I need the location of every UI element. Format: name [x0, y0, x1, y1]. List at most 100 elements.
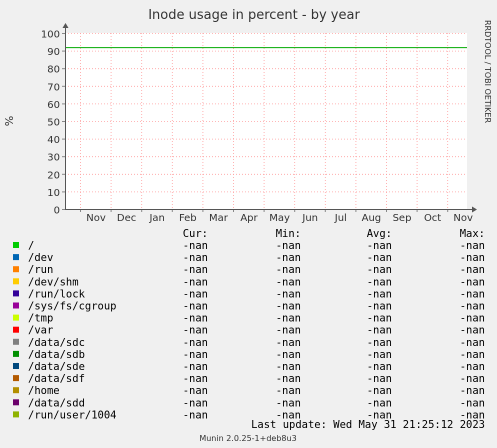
y-tick-label: 100 [41, 30, 60, 41]
legend-value-max: -nan [460, 252, 485, 264]
legend-value-cur: -nan [183, 288, 208, 300]
legend-series-name: /dev/shm [28, 276, 79, 288]
last-update: Last update: Wed May 31 21:25:12 2023 [251, 419, 485, 431]
legend-value-min: -nan [276, 313, 301, 325]
legend-value-min: -nan [276, 264, 301, 276]
legend-value-min: -nan [276, 361, 301, 373]
legend-value-max: -nan [460, 337, 485, 349]
legend-series-name: /dev [28, 252, 53, 264]
legend-swatch [13, 375, 19, 382]
legend-value-max: -nan [460, 397, 485, 409]
legend-series-name: /run [28, 264, 53, 276]
legend-value-avg: -nan [367, 385, 392, 397]
x-tick-label: Apr [240, 213, 258, 224]
legend-swatch [13, 242, 19, 248]
legend-value-max: -nan [460, 361, 485, 373]
legend-value-max: -nan [460, 288, 485, 300]
legend-value-avg: -nan [367, 337, 392, 349]
legend-series-name: /data/sdb [28, 349, 85, 361]
legend-value-max: -nan [460, 373, 485, 385]
legend-value-max: -nan [460, 313, 485, 325]
legend-value-cur: -nan [183, 325, 208, 337]
y-axis-label: % [3, 116, 16, 126]
legend-value-max: -nan [460, 385, 485, 397]
legend-value-max: -nan [460, 349, 485, 361]
legend-value-avg: -nan [367, 252, 392, 264]
x-tick-label: May [269, 213, 290, 224]
y-tick-label: 60 [47, 100, 60, 111]
x-tick-label: Aug [362, 213, 382, 224]
legend-value-cur: -nan [183, 385, 208, 397]
legend-series-name: / [28, 240, 34, 252]
x-tick-label: Mar [209, 213, 229, 224]
x-tick-label: Jun [301, 213, 318, 224]
legend-value-max: -nan [460, 276, 485, 288]
legend-value-cur: -nan [183, 252, 208, 264]
legend-swatch [13, 387, 19, 394]
legend-value-cur: -nan [183, 337, 208, 349]
legend-value-avg: -nan [367, 349, 392, 361]
legend-swatch [13, 314, 19, 321]
legend-value-min: -nan [276, 276, 301, 288]
y-tick-label: 10 [47, 188, 60, 199]
legend-series-name: /home [28, 385, 60, 397]
x-tick-label: Nov [86, 213, 106, 224]
legend-value-max: -nan [460, 240, 485, 252]
legend-value-min: -nan [276, 385, 301, 397]
legend-value-avg: -nan [367, 397, 392, 409]
legend-value-min: -nan [276, 252, 301, 264]
x-tick-label: Nov [453, 213, 473, 224]
plot-background [65, 33, 467, 209]
rrdtool-watermark: RRDTOOL / TOBI OETIKER [483, 20, 492, 123]
legend-value-min: -nan [276, 240, 301, 252]
legend-value-avg: -nan [367, 313, 392, 325]
x-tick-label: Jan [148, 213, 164, 224]
legend-value-avg: -nan [367, 276, 392, 288]
legend-value-min: -nan [276, 301, 301, 313]
legend-value-cur: -nan [183, 276, 208, 288]
legend-series-name: /data/sdf [28, 373, 85, 385]
legend-series-name: /tmp [28, 313, 53, 325]
legend-series-name: /data/sde [28, 361, 85, 373]
legend-value-cur: -nan [183, 373, 208, 385]
legend-value-cur: -nan [183, 361, 208, 373]
y-tick-label: 30 [47, 153, 60, 164]
legend-swatch [13, 363, 19, 369]
legend-swatch [13, 399, 19, 406]
legend-value-avg: -nan [367, 301, 392, 313]
chart-title: Inode usage in percent - by year [148, 8, 360, 23]
y-tick-label: 90 [47, 47, 60, 58]
legend-value-avg: -nan [367, 288, 392, 300]
legend-value-avg: -nan [367, 264, 392, 276]
legend-value-cur: -nan [183, 264, 208, 276]
legend-swatch [13, 302, 19, 309]
legend-value-min: -nan [276, 349, 301, 361]
plot-area: 0 10 20 30 40 50 60 70 80 90 100 Nov Dec Jan Feb Mar Apr… [41, 23, 477, 224]
legend-swatch [13, 278, 19, 285]
munin-version-footer: Munin 2.0.25-1+deb8u3 [199, 434, 296, 443]
legend-value-min: -nan [276, 337, 301, 349]
legend-swatch [13, 254, 19, 261]
legend-value-min: -nan [276, 373, 301, 385]
legend-value-cur: -nan [183, 240, 208, 252]
legend-value-max: -nan [460, 325, 485, 337]
x-tick-label: Dec [117, 213, 136, 224]
legend-swatch [13, 338, 19, 345]
legend-header-avg: Avg: [367, 228, 392, 240]
x-tick-label: Oct [424, 213, 441, 224]
legend-value-max: -nan [460, 301, 485, 313]
legend-swatch [13, 411, 19, 418]
legend-swatch [13, 350, 19, 357]
y-tick-label: 80 [47, 65, 60, 76]
legend-value-avg: -nan [367, 373, 392, 385]
legend-header-cur: Cur: [183, 228, 208, 240]
legend-series-name: /data/sdd [28, 397, 85, 409]
legend-value-cur: -nan [183, 301, 208, 313]
legend-series-name: /var [28, 325, 53, 337]
legend-value-cur: -nan [183, 409, 208, 421]
legend-value-cur: -nan [183, 313, 208, 325]
inode-usage-chart: Inode usage in percent - by year % RRDTO… [0, 0, 497, 448]
legend-header-min: Min: [276, 228, 301, 240]
legend-swatch [13, 290, 19, 297]
legend-value-min: -nan [276, 397, 301, 409]
